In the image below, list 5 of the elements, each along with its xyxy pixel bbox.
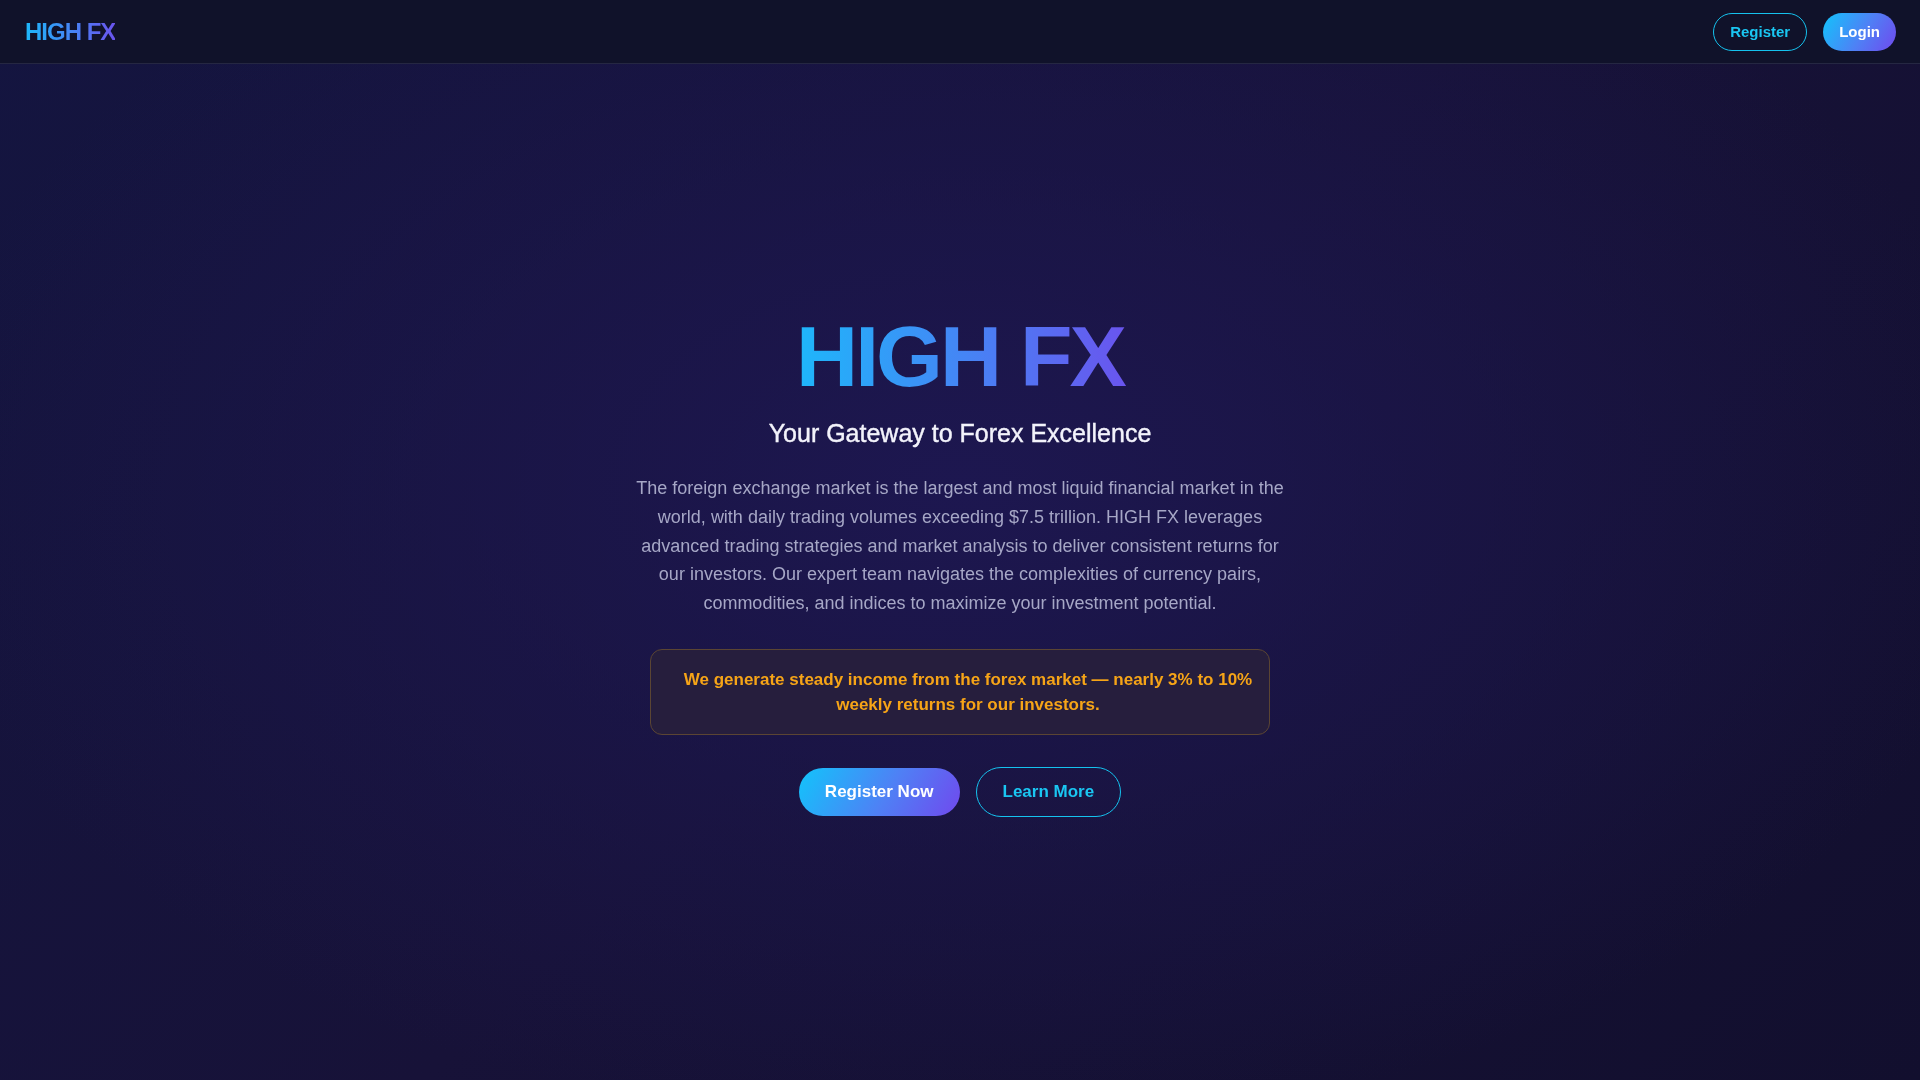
hero-description: The foreign exchange market is the largest and most liquid financial market in the world, with daily trading volumes exceeding $7.5 trillion. HIGH FX leverages advanced trading strategies and market analysis to deliver consistent returns for our investors. Our expert team navigates the complexities of currency pairs, commodities, and indices to maximize your investment potential. bbox=[635, 477, 1285, 615]
login-button[interactable]: Login bbox=[1823, 12, 1896, 51]
hero-subtitle: Your Gateway to Forex Excellence bbox=[768, 417, 1152, 449]
returns-highlight: We generate steady income from the forex market — nearly 3% to 10% weekly returns for our investors. bbox=[650, 649, 1270, 736]
register-now-button[interactable]: Register Now bbox=[798, 768, 960, 817]
